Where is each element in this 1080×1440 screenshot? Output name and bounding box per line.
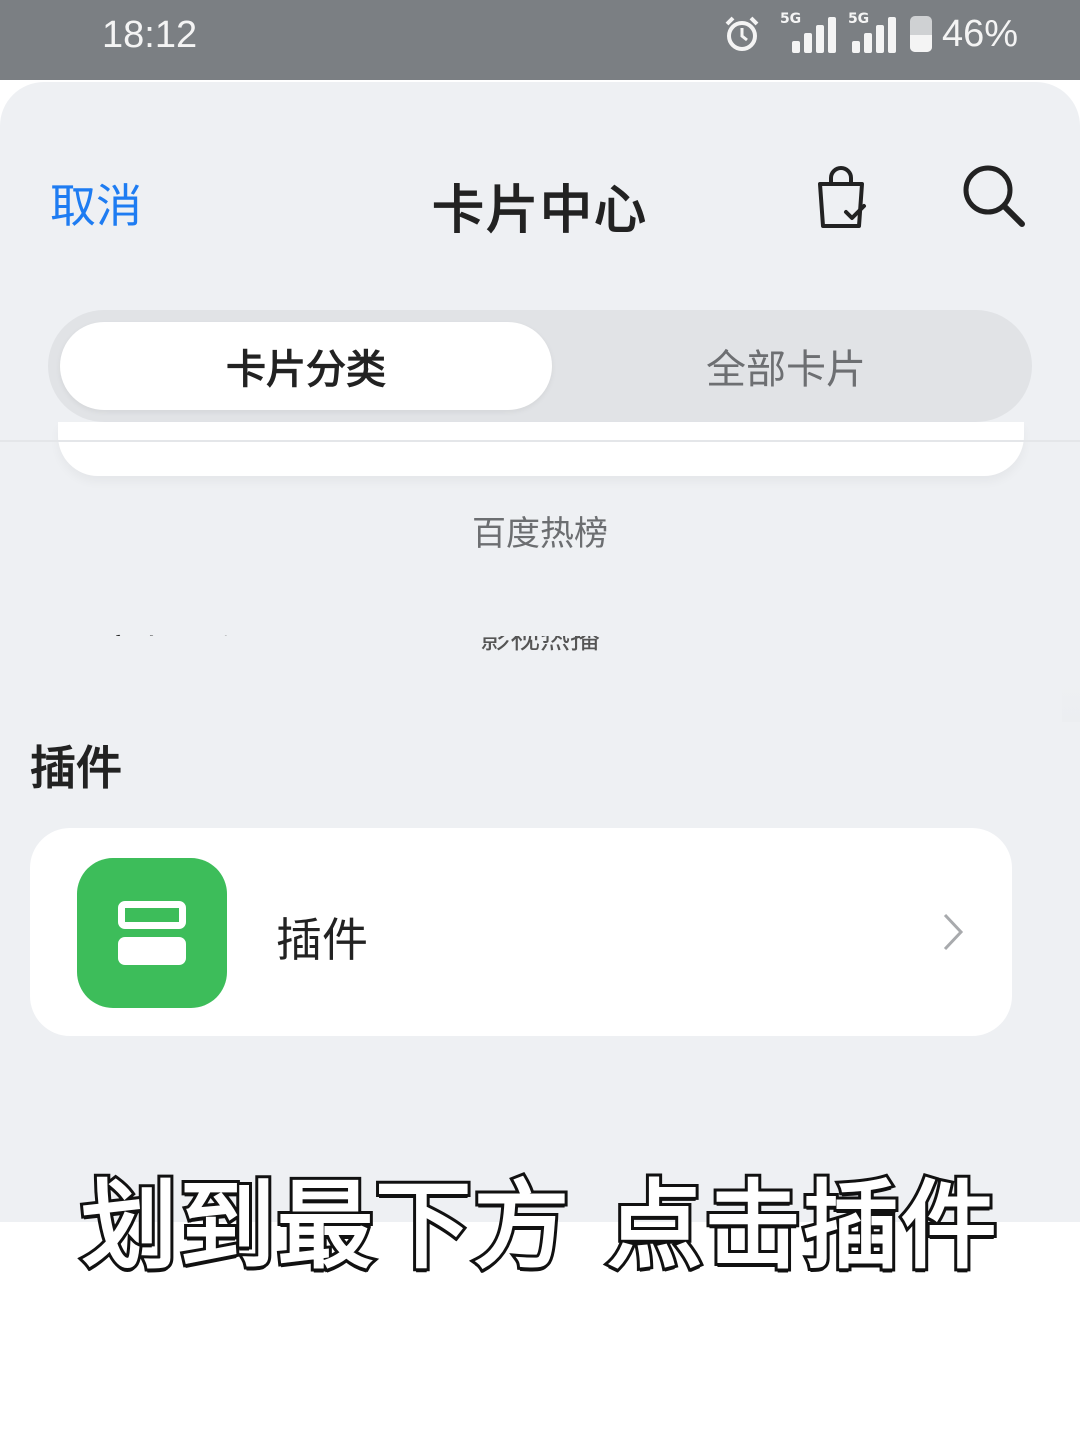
status-time: 18:12 — [102, 14, 198, 56]
card-caption: 百度热榜 — [472, 514, 608, 554]
header-divider — [0, 440, 1080, 442]
cut-card-caption: 影视热播 — [480, 636, 600, 656]
page-title: 卡片中心 — [431, 181, 648, 241]
section-title-plugin: 插件 — [30, 741, 122, 795]
category-segmented-control: 卡片分类 全部卡片 — [48, 310, 1032, 422]
plugin-item-label: 插件 — [276, 913, 368, 967]
network-type-1: 5G — [779, 11, 802, 27]
card-preview-bottom[interactable] — [58, 422, 1024, 476]
status-icons: 5G 5G 46% — [722, 10, 1018, 58]
plugin-icon — [77, 858, 227, 1008]
battery-icon — [909, 16, 932, 52]
plugin-section: 影视热播 插件 插件 — [0, 636, 1062, 1140]
tab-all-cards[interactable]: 全部卡片 — [552, 322, 1020, 410]
network-type-2: 5G — [847, 11, 870, 27]
plugin-list-item[interactable]: 插件 — [30, 828, 1012, 1036]
alarm-icon — [725, 16, 759, 51]
tutorial-caption: 划到最下方 点击插件 — [78, 1167, 999, 1285]
search-icon[interactable] — [958, 160, 1028, 230]
signal-icon: 5G — [848, 11, 900, 53]
chevron-right-icon — [943, 913, 964, 951]
battery-percent: 46% — [941, 12, 1018, 55]
signal-icon: 5G — [772, 11, 838, 53]
status-bar: 18:12 5G 5G 46% — [0, 0, 1080, 80]
tab-card-category[interactable]: 卡片分类 — [60, 322, 552, 410]
shopping-bag-check-icon[interactable] — [806, 162, 876, 232]
